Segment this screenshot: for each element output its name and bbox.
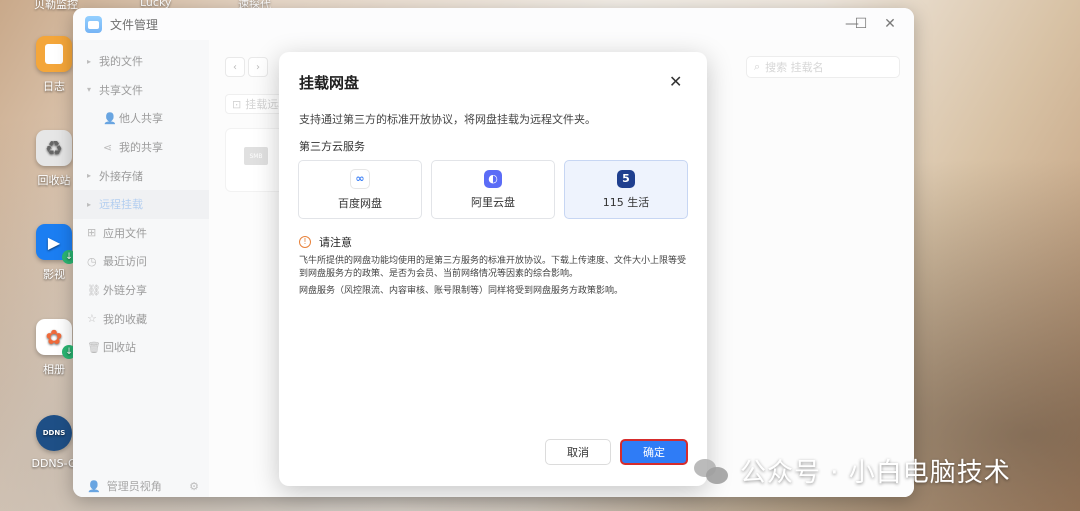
confirm-button[interactable]: 确定 [620,439,688,465]
desktop-icon-label: 回收站 [37,174,71,187]
section-title: 第三方云服务 [299,140,365,153]
dialog-title: 挂载网盘 [299,74,360,92]
notice-body: 飞牛所提供的网盘功能均使用的是第三方服务的标准开放协议。下载上传速度、文件大小上… [299,255,691,302]
wechat-icon [694,457,730,485]
notice-paragraph: 飞牛所提供的网盘功能均使用的是第三方服务的标准开放协议。下载上传速度、文件大小上… [299,256,687,279]
desktop-icon-label: 影视 [43,268,65,281]
warning-icon: ! [299,236,311,248]
log-app-icon [36,36,72,72]
mount-cloud-dialog: 挂载网盘 ✕ 支持通过第三方的标准开放协议，将网盘挂载为远程文件夹。 第三方云服… [279,52,707,486]
close-icon[interactable]: ✕ [669,72,682,91]
baidu-netdisk-icon: ∞ [350,168,370,189]
aliyun-drive-icon: ◐ [484,169,502,188]
desktop-icon-label: 相册 [43,363,65,376]
service-115-life[interactable]: 5 115 生活 [564,160,688,219]
notice-heading: ! 请注意 [299,234,352,250]
wechat-watermark: 公众号 · 小白电脑技术 [694,452,1011,489]
cancel-button[interactable]: 取消 [545,439,611,465]
dialog-description: 支持通过第三方的标准开放协议，将网盘挂载为远程文件夹。 [299,113,596,126]
ddns-app-icon: DDNS [36,415,72,451]
desktop-icon-label: DDNS-G [31,457,77,470]
notice-paragraph: 网盘服务（风控限流、内容审核、账号限制等）同样将受到网盘服务方政策影响。 [299,286,624,296]
desktop-top-label: 贝勒监控 [34,0,78,11]
video-app-icon: ▶ ↓ [36,224,76,264]
desktop-icon-label: 日志 [43,80,65,93]
service-baidu-netdisk[interactable]: ∞ 百度网盘 [298,160,422,219]
service-aliyun-drive[interactable]: ◐ 阿里云盘 [431,160,555,219]
photos-app-icon: ✿ ↓ [36,319,76,359]
115-life-icon: 5 [617,169,635,188]
recycle-bin-icon: ♻ [36,130,72,166]
